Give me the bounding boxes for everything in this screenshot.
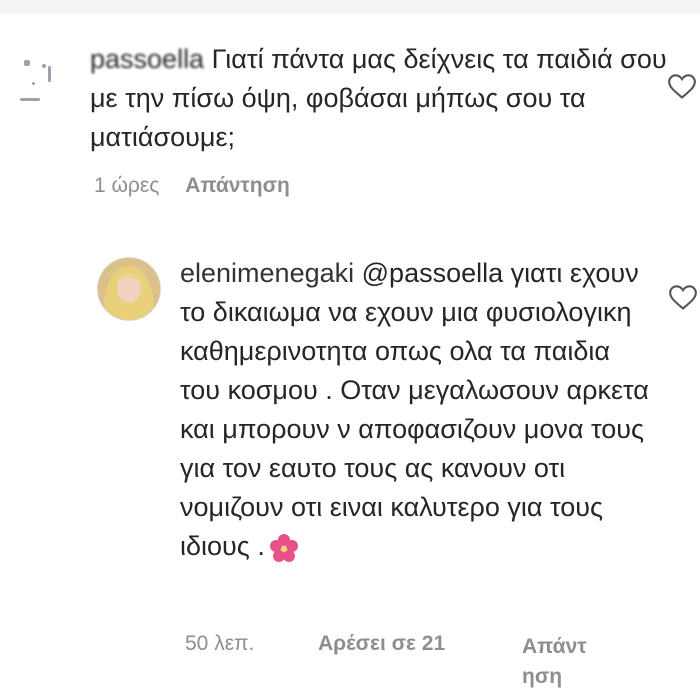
comment-1-meta: 1 ώρες Απάντηση — [94, 174, 290, 198]
comment-1: passoella Γιατί πάντα μας δείχνεις τα πα… — [90, 40, 680, 157]
top-strip — [0, 0, 700, 14]
comment-2-reply-button-line1[interactable]: Απάντ — [522, 635, 587, 658]
avatar-elenimenegaki[interactable] — [97, 257, 161, 321]
comment-1-username[interactable]: passoella — [90, 44, 204, 74]
comment-2-text: elenimenegaki @passoella γιατι εχουν το … — [180, 254, 650, 566]
comment-1-reply-button[interactable]: Απάντηση — [185, 174, 290, 197]
comment-2: elenimenegaki @passoella γιατι εχουν το … — [180, 254, 650, 566]
comment-2-mention[interactable]: @passoella — [362, 258, 504, 288]
like-heart-icon-2[interactable] — [669, 285, 697, 311]
comment-2-reply-wrap: Απάντ ηση — [522, 632, 587, 692]
comment-2-likes-wrap: Αρέσει σε 21 — [318, 632, 445, 656]
like-heart-icon[interactable] — [668, 74, 696, 100]
comment-2-likes-button[interactable]: Αρέσει σε 21 — [318, 632, 445, 655]
comment-2-reply-button-line2[interactable]: ηση — [522, 665, 562, 688]
comment-1-text: passoella Γιατί πάντα μας δείχνεις τα πα… — [90, 40, 680, 157]
comment-2-time: 50 λεπ. — [185, 632, 255, 655]
comment-1-time: 1 ώρες — [94, 174, 160, 197]
flower-emoji-icon — [269, 533, 298, 562]
comment-2-username[interactable]: elenimenegaki — [180, 258, 354, 288]
comment-2-body: γιατι εχουν το δικαιωμα να εχουν μια φυσ… — [180, 258, 649, 561]
comment-2-meta: 50 λεπ. — [185, 632, 254, 656]
avatar-blurred[interactable] — [18, 58, 64, 104]
